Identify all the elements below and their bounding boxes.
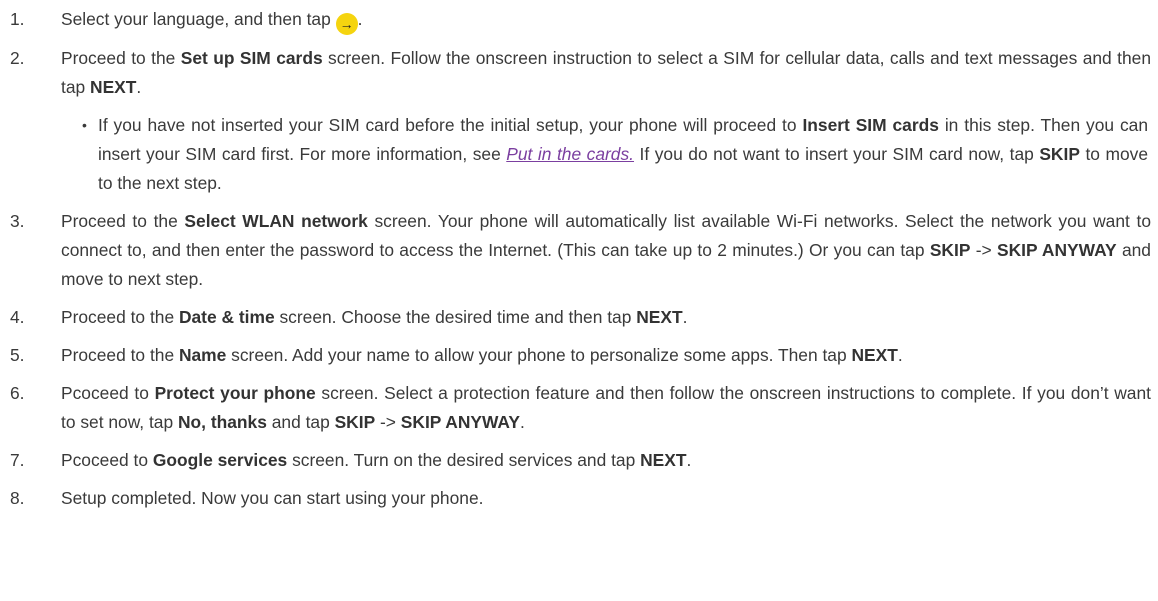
step-text: Pcoceed to Protect your phone screen. Se…	[61, 383, 1151, 432]
step-number: 3.	[10, 211, 25, 231]
step-number: 2.	[10, 48, 25, 68]
step-8: 8. Setup completed. Now you can start us…	[0, 484, 1158, 513]
step-text: Proceed to the Set up SIM cards screen. …	[61, 48, 1151, 97]
step-text: Proceed to the Select WLAN network scree…	[61, 211, 1151, 289]
note-text: If you have not inserted your SIM card b…	[98, 115, 1148, 193]
step-number: 5.	[10, 345, 25, 365]
step-6: 6. Pcoceed to Protect your phone screen.…	[0, 379, 1158, 437]
step-4: 4. Proceed to the Date & time screen. Ch…	[0, 303, 1158, 332]
step-number: 8.	[10, 488, 25, 508]
step-2-note: • If you have not inserted your SIM card…	[0, 111, 1158, 198]
step-text: Proceed to the Date & time screen. Choos…	[61, 307, 688, 327]
step-text: Setup completed. Now you can start using…	[61, 488, 484, 508]
step-5: 5. Proceed to the Name screen. Add your …	[0, 341, 1158, 370]
step-3: 3. Proceed to the Select WLAN network sc…	[0, 207, 1158, 294]
step-number: 6.	[10, 383, 25, 403]
step-text: Proceed to the Name screen. Add your nam…	[61, 345, 903, 365]
step-2: 2. Proceed to the Set up SIM cards scree…	[0, 44, 1158, 102]
step-text: Select your language, and then tap →.	[61, 5, 1151, 35]
step-number: 4.	[10, 307, 25, 327]
step-number: 1.	[10, 9, 25, 29]
step-7: 7. Pcoceed to Google services screen. Tu…	[0, 446, 1158, 475]
arrow-right-icon: →	[335, 13, 358, 35]
instructions-page: 1. Select your language, and then tap →.…	[0, 0, 1158, 513]
step-number: 7.	[10, 450, 25, 470]
bullet-icon: •	[82, 117, 87, 133]
step-1: 1. Select your language, and then tap →.	[0, 5, 1158, 35]
step-text: Pcoceed to Google services screen. Turn …	[61, 450, 692, 470]
put-in-cards-link[interactable]: Put in the cards.	[506, 144, 634, 164]
